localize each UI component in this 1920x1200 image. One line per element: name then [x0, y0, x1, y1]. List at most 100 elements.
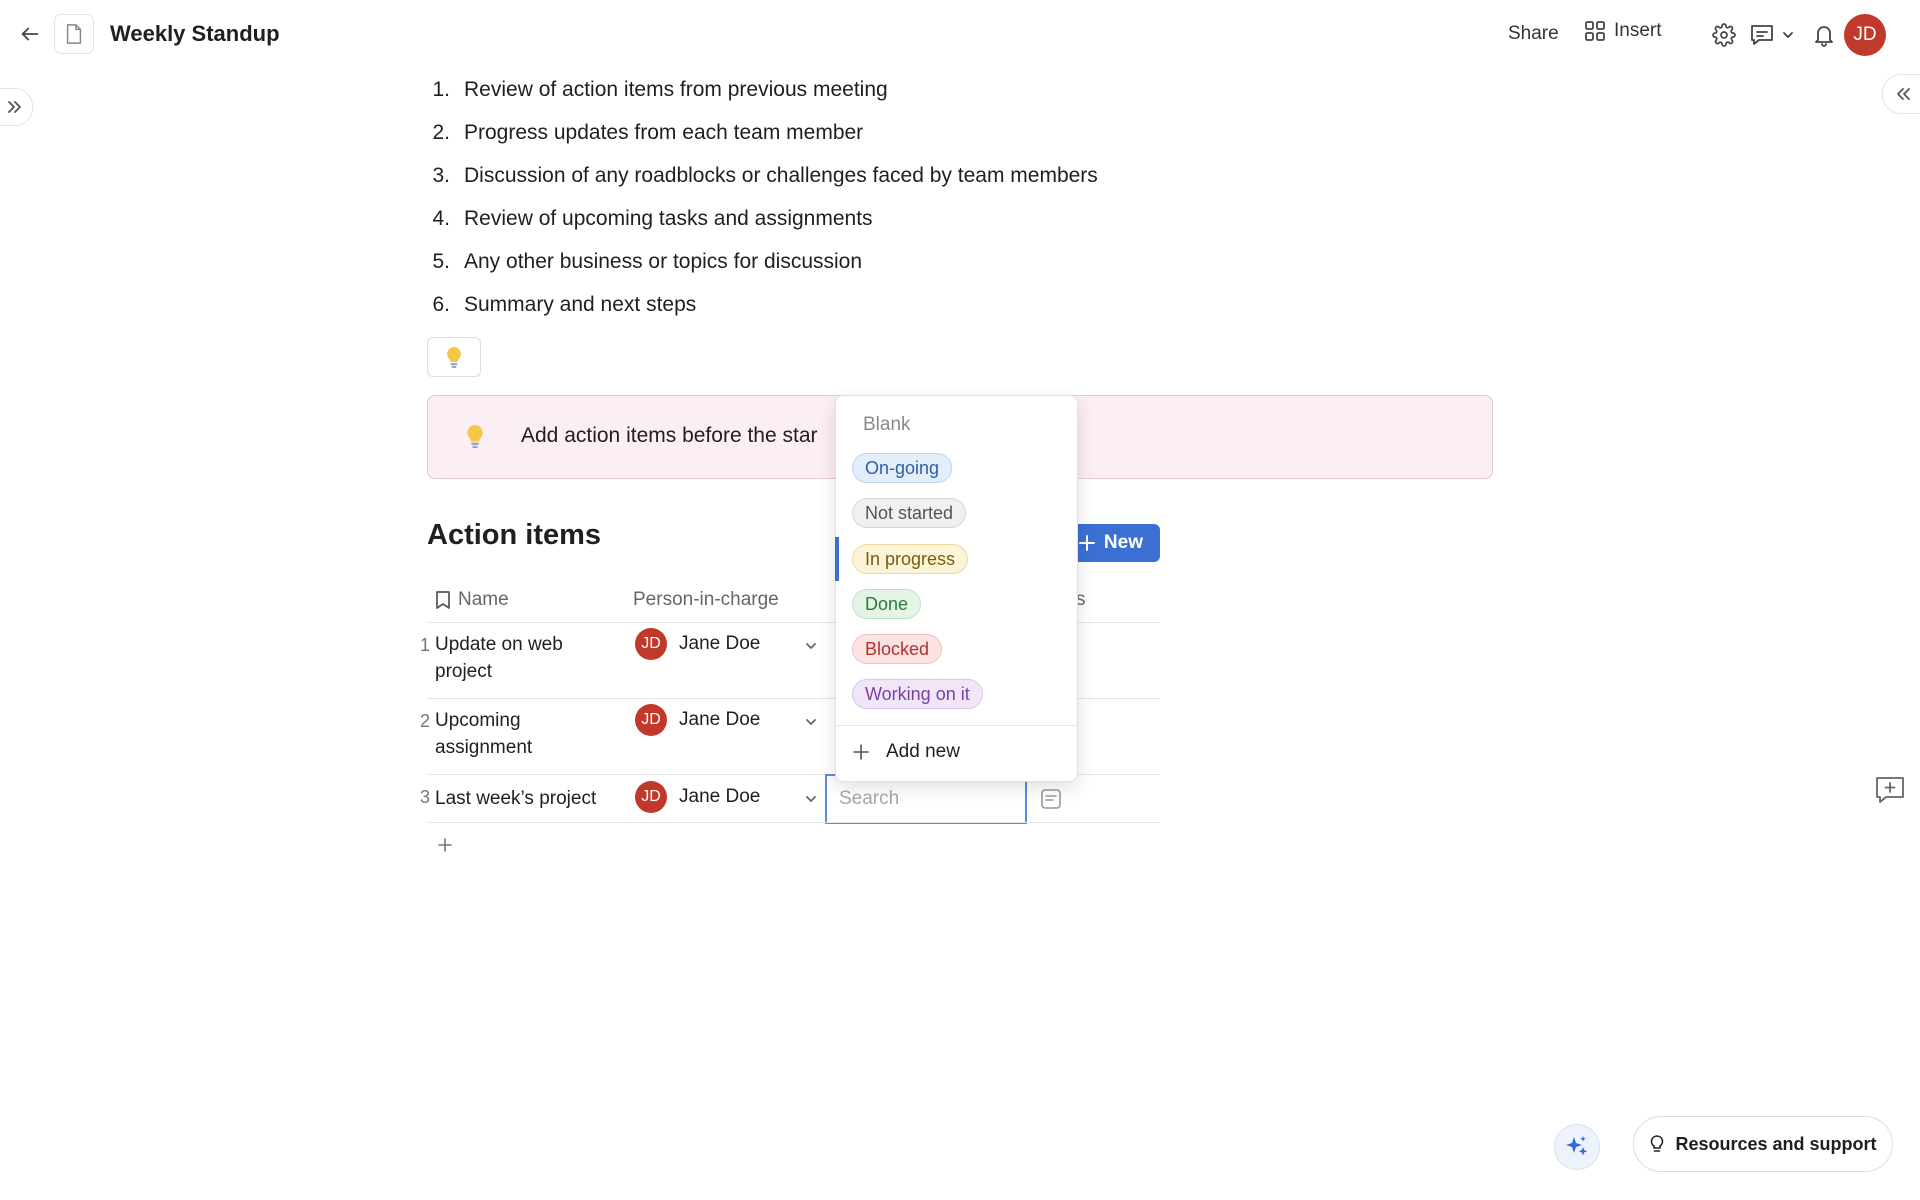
- status-dropdown: Blank On-going Not started In progress D…: [835, 395, 1078, 782]
- comment-plus-icon: [1876, 777, 1904, 803]
- plus-icon: [438, 838, 452, 852]
- row-number: 3: [419, 787, 430, 807]
- settings-button[interactable]: [1709, 20, 1739, 50]
- bell-icon: [1815, 26, 1833, 47]
- callout-text[interactable]: Add action items before the star: [521, 424, 818, 448]
- avatar: JD: [635, 704, 667, 736]
- list-item-number: 1.: [432, 78, 450, 101]
- lightbulb-icon: [1651, 1135, 1664, 1152]
- chevron-down-icon: [806, 719, 816, 726]
- row-number: 2: [419, 711, 430, 731]
- person-dropdown-toggle[interactable]: [803, 714, 819, 730]
- section-title: Action items: [427, 519, 602, 551]
- table-row-name[interactable]: Upcoming assignment: [435, 707, 620, 761]
- back-button[interactable]: [14, 18, 46, 50]
- person-cell[interactable]: JD Jane Doe: [635, 628, 760, 660]
- selected-indicator: [835, 537, 839, 581]
- chevrons-right-icon: [8, 101, 21, 113]
- person-cell[interactable]: JD Jane Doe: [635, 781, 760, 813]
- dropdown-divider: [836, 725, 1077, 726]
- sparkle-icon: [1566, 1136, 1588, 1156]
- document-icon-box[interactable]: [54, 14, 94, 54]
- status-option-blocked[interactable]: Blocked: [852, 634, 943, 664]
- person-dropdown-toggle[interactable]: [803, 638, 819, 654]
- comment-icon: [1751, 25, 1773, 45]
- new-row-label: New: [1103, 532, 1143, 553]
- share-button[interactable]: Share: [1508, 23, 1559, 45]
- comments-menu-button[interactable]: [1779, 20, 1797, 50]
- user-avatar[interactable]: JD: [1844, 14, 1886, 56]
- list-item-text: Progress updates from each team member: [464, 121, 864, 144]
- notifications-button[interactable]: [1809, 20, 1839, 50]
- notes-cell[interactable]: [1040, 788, 1062, 815]
- column-header-name[interactable]: Name: [434, 578, 509, 622]
- resources-label: Resources and support: [1675, 1133, 1877, 1154]
- list-item-number: 4.: [432, 207, 450, 230]
- column-header-person[interactable]: Person-in-charge: [633, 578, 779, 622]
- chevron-down-icon: [806, 796, 816, 803]
- list-item[interactable]: 1. Review of action items from previous …: [420, 70, 888, 110]
- page-title: Weekly Standup: [110, 21, 280, 46]
- plus-icon: [853, 744, 869, 760]
- person-name: Jane Doe: [679, 786, 761, 807]
- add-row-button[interactable]: [434, 834, 456, 856]
- person-name: Jane Doe: [679, 633, 761, 654]
- avatar: JD: [635, 781, 667, 813]
- lightbulb-icon: [447, 347, 461, 368]
- list-item[interactable]: 3. Discussion of any roadblocks or chall…: [420, 156, 1098, 196]
- list-item-text: Summary and next steps: [464, 293, 697, 316]
- insert-button[interactable]: Insert: [1584, 20, 1662, 42]
- add-new-status-button[interactable]: Add new: [852, 741, 960, 763]
- list-item[interactable]: 5. Any other business or topics for disc…: [420, 242, 862, 282]
- ai-assistant-button[interactable]: [1554, 1124, 1600, 1170]
- status-option-blank[interactable]: Blank: [863, 414, 911, 436]
- document-icon: [66, 24, 82, 44]
- arrow-left-icon: [21, 27, 39, 41]
- status-option-in-progress[interactable]: In progress: [852, 544, 969, 574]
- list-item[interactable]: 4. Review of upcoming tasks and assignme…: [420, 199, 873, 239]
- add-comment-button[interactable]: [1872, 772, 1908, 808]
- gear-icon: [1712, 23, 1736, 47]
- status-option-not-started[interactable]: Not started: [852, 498, 967, 528]
- person-dropdown-toggle[interactable]: [803, 791, 819, 807]
- grid-icon: [1585, 21, 1605, 41]
- person-name: Jane Doe: [679, 709, 761, 730]
- table-row-name[interactable]: Update on web project: [435, 631, 620, 685]
- callout-icon-button[interactable]: [427, 337, 481, 377]
- row-number: 1: [419, 635, 430, 655]
- column-header-label: Name: [458, 589, 509, 610]
- top-bar: Weekly Standup Share Insert JD: [0, 0, 1920, 70]
- note-icon: [1041, 789, 1061, 809]
- chevron-down-icon: [1783, 32, 1793, 39]
- expand-right-sidebar-button[interactable]: [1882, 74, 1920, 114]
- person-cell[interactable]: JD Jane Doe: [635, 704, 760, 736]
- resources-support-button[interactable]: Resources and support: [1633, 1116, 1893, 1172]
- expand-left-sidebar-button[interactable]: [0, 88, 33, 126]
- list-item-number: 5.: [432, 250, 450, 273]
- chevrons-left-icon: [1897, 88, 1910, 100]
- insert-label: Insert: [1614, 20, 1662, 41]
- list-item-text: Review of action items from previous mee…: [464, 78, 888, 101]
- new-row-button[interactable]: New: [1066, 524, 1160, 562]
- status-option-working-on-it[interactable]: Working on it: [852, 679, 983, 709]
- list-item-text: Discussion of any roadblocks or challeng…: [464, 164, 1098, 187]
- table-row-name[interactable]: Last week’s project: [435, 785, 620, 812]
- list-item-number: 3.: [432, 164, 450, 187]
- add-new-label: Add new: [886, 741, 960, 762]
- list-item[interactable]: 6. Summary and next steps: [420, 285, 696, 325]
- comments-button[interactable]: [1747, 20, 1777, 50]
- status-search-input[interactable]: [827, 776, 1025, 822]
- status-option-on-going[interactable]: On-going: [852, 453, 953, 483]
- status-option-done[interactable]: Done: [852, 589, 922, 619]
- list-item-text: Any other business or topics for discuss…: [464, 250, 863, 273]
- chevron-down-icon: [806, 643, 816, 650]
- avatar: JD: [635, 628, 667, 660]
- list-item-number: 6.: [432, 293, 450, 316]
- bookmark-icon: [436, 591, 450, 609]
- list-item-text: Review of upcoming tasks and assignments: [464, 207, 873, 230]
- plus-icon: [1078, 535, 1095, 551]
- list-item-number: 2.: [432, 121, 450, 144]
- list-item[interactable]: 2. Progress updates from each team membe…: [420, 113, 863, 153]
- lightbulb-icon: [464, 422, 486, 455]
- row-divider: [427, 822, 1160, 823]
